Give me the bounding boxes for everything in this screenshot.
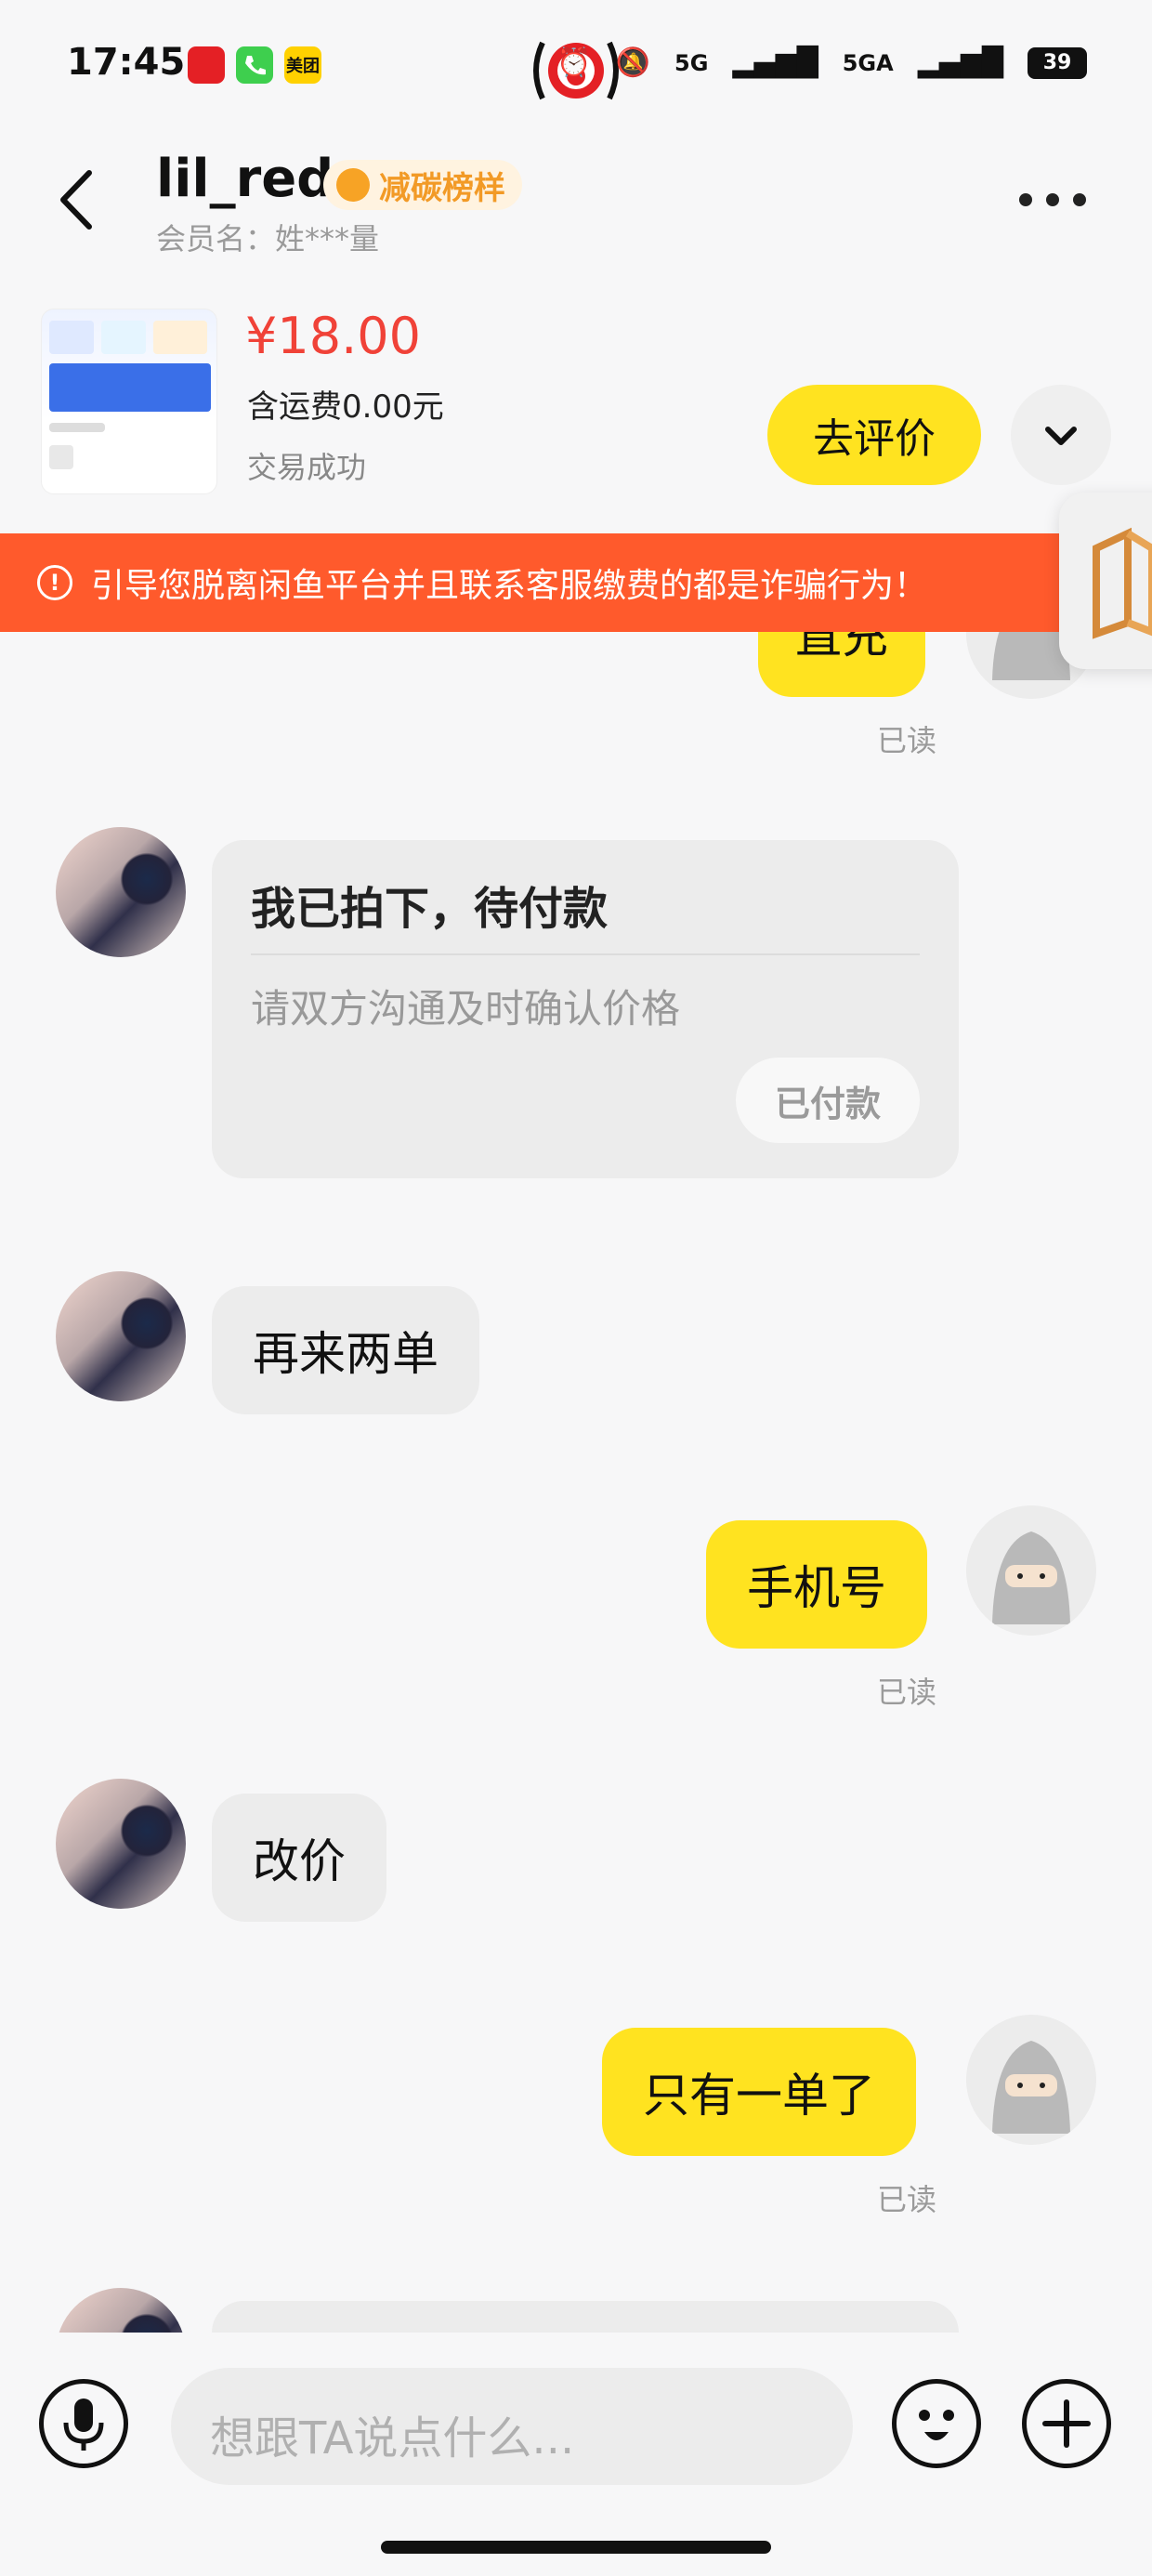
fraud-warning-banner: ! 引导您脱离闲鱼平台并且联系客服缴费的都是诈骗行为！ [0,533,1152,632]
my-avatar[interactable] [966,2015,1096,2145]
member-name: 会员名：姓***量 [156,221,380,256]
more-options-button[interactable] [1018,177,1087,209]
contact-avatar[interactable] [56,1271,186,1401]
product-price: ¥18.00 [245,307,421,365]
signal-icon-2: ▂▄▆█ [917,46,1003,79]
signal-icon: ▂▄▆█ [732,46,818,79]
back-button[interactable] [52,167,108,232]
battery-indicator: 39 [1028,46,1087,79]
read-receipt: 已读 [877,1675,937,1710]
order-card-subtitle: 请双方沟通及时确认价格 [251,986,681,1032]
phone-icon [236,46,273,84]
paid-button[interactable]: 已付款 [736,1058,920,1143]
leaf-icon [336,168,370,202]
contact-name[interactable]: lil_red [156,149,334,209]
plus-icon [1042,2399,1091,2448]
home-indicator[interactable] [381,2541,771,2554]
transaction-status: 交易成功 [247,450,367,485]
promo-icon [1093,527,1152,639]
status-bar: 17:45 美团 ⏰ 🔕 5G ▂▄▆█ 5GA ▂▄▆█ 39 [0,0,1152,139]
order-card-title: 我已拍下，待付款 [251,883,609,935]
emoji-icon [919,2410,954,2440]
contact-avatar[interactable] [56,827,186,957]
add-attachment-button[interactable] [1022,2379,1111,2468]
my-avatar[interactable] [966,1505,1096,1636]
read-receipt: 已读 [877,723,937,758]
microphone-icon [63,2399,104,2451]
message-bubble-other[interactable]: 改价 [212,1794,386,1922]
emoji-button[interactable] [892,2379,981,2468]
unionpay-icon [188,46,225,84]
more-icon [1019,193,1086,206]
message-text: 只有一单了 [643,2069,875,2123]
expand-button[interactable] [1011,385,1111,485]
alarm-icon: ⏰ [556,46,592,79]
network-5ga: 5GA [842,49,894,76]
badge-label: 减碳榜样 [379,169,505,207]
floating-side-widget[interactable] [1059,493,1152,669]
status-time: 17:45 [67,41,186,84]
product-thumbnail[interactable] [41,309,217,494]
contact-avatar[interactable] [56,1779,186,1909]
voice-button[interactable] [39,2379,128,2468]
ninja-avatar-icon [966,2015,1096,2145]
message-text: 改价 [253,1834,346,1888]
ninja-avatar-icon [966,1505,1096,1636]
message-input-placeholder: 想跟TA说点什么... [210,2412,575,2464]
carbon-badge[interactable]: 减碳榜样 [323,160,522,210]
message-bubble-me[interactable]: 只有一单了 [602,2028,916,2156]
alert-icon: ! [37,565,72,600]
shipping-info: 含运费0.00元 [247,388,444,426]
system-icons: ⏰ 🔕 5G ▂▄▆█ 5GA ▂▄▆█ 39 [556,46,1087,79]
network-5g: 5G [674,49,709,76]
chevron-left-icon [60,170,92,230]
read-receipt: 已读 [877,2182,937,2217]
chevron-down-icon [1045,427,1077,445]
warning-text: 引导您脱离闲鱼平台并且联系客服缴费的都是诈骗行为！ [91,567,928,605]
message-bubble-me[interactable]: 手机号 [706,1520,927,1649]
review-button[interactable]: 去评价 [767,385,981,485]
meituan-icon: 美团 [284,46,321,84]
message-bubble-other[interactable]: 再来两单 [212,1286,479,1414]
mute-icon: 🔕 [615,46,651,79]
message-text: 再来两单 [253,1327,439,1381]
divider [251,953,920,955]
message-text: 手机号 [747,1561,886,1615]
